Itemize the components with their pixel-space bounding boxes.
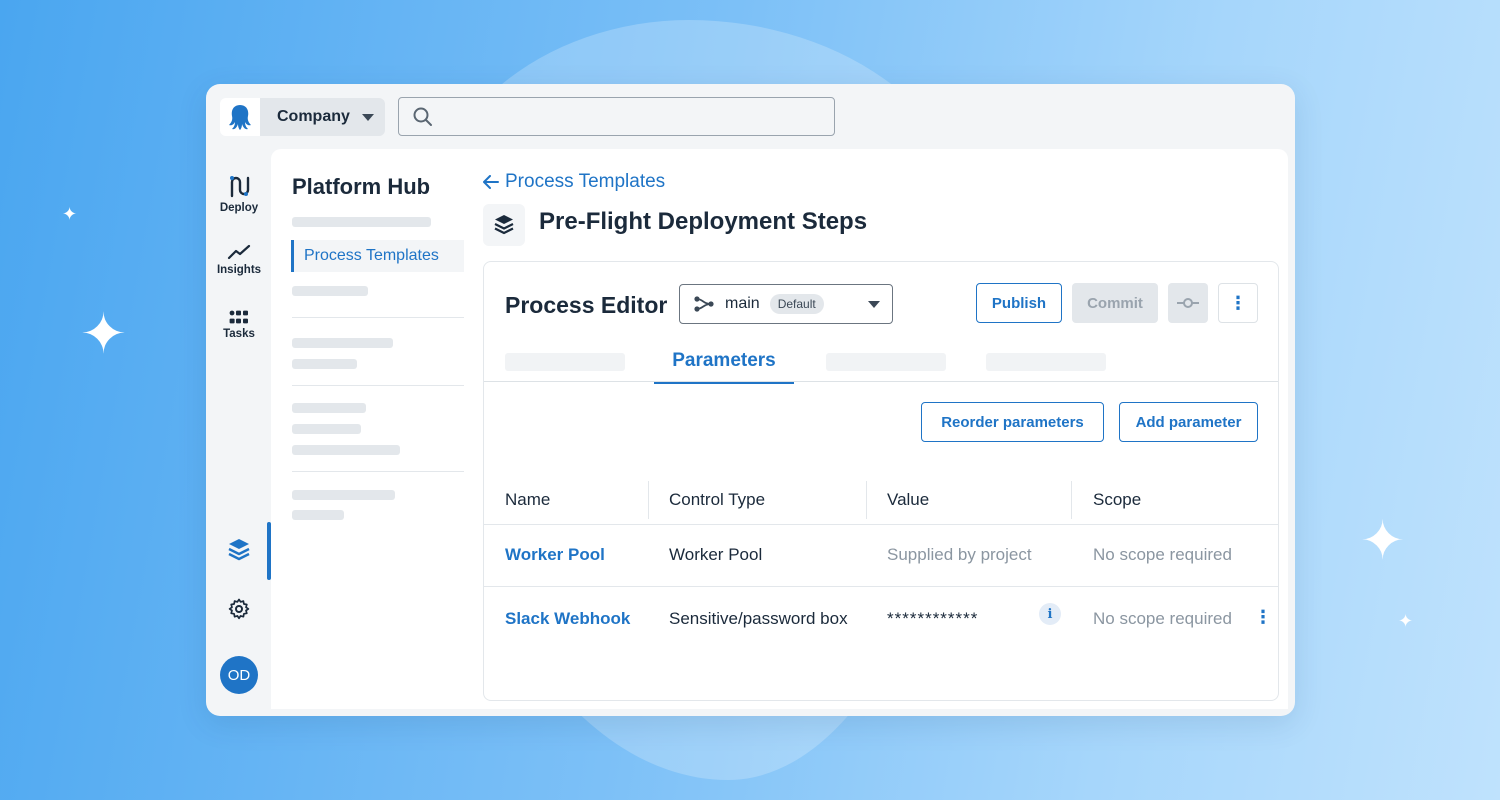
commit-history-button[interactable] [1168, 283, 1208, 323]
column-header-name[interactable]: Name [505, 490, 550, 510]
template-icon [483, 204, 525, 246]
column-separator [1071, 481, 1072, 519]
editor-title: Process Editor [505, 292, 668, 318]
rail-item-deploy[interactable]: Deploy [206, 174, 272, 214]
sidebar-divider [292, 317, 464, 318]
placeholder-nav-item [292, 445, 400, 455]
chevron-down-icon [868, 300, 880, 308]
sidebar-item-process-templates[interactable]: Process Templates [291, 240, 464, 272]
deploy-icon [230, 176, 250, 198]
rail-label: Insights [216, 264, 262, 276]
commit-button[interactable]: Commit [1072, 283, 1158, 323]
table-divider [484, 524, 1278, 525]
rail-label: Deploy [219, 202, 259, 214]
parameter-value-masked: ************ [887, 609, 979, 628]
git-commit-icon [1177, 298, 1199, 308]
parameter-control-type: Worker Pool [669, 545, 763, 564]
reorder-parameters-button[interactable]: Reorder parameters [921, 402, 1104, 442]
branch-selector[interactable]: main Default [679, 284, 893, 324]
insights-icon [227, 244, 251, 260]
parameter-value: Supplied by project [887, 545, 1032, 564]
placeholder-nav-item [292, 424, 361, 434]
sidebar-item-label: Process Templates [304, 247, 439, 264]
placeholder-tab[interactable] [505, 353, 625, 371]
info-icon[interactable]: i [1039, 603, 1061, 625]
placeholder-nav-item [292, 286, 368, 296]
sidebar-title: Platform Hub [292, 174, 431, 199]
placeholder-nav-item [292, 338, 393, 348]
app-window: Company Deploy Insights Tasks OD Platfor… [206, 84, 1295, 716]
layers-icon [228, 539, 250, 561]
sparkle-icon: ✦ [80, 302, 127, 365]
back-link-label: Process Templates [505, 171, 666, 192]
column-separator [866, 481, 867, 519]
column-header-control-type[interactable]: Control Type [669, 490, 765, 510]
rail-item-settings[interactable] [206, 598, 272, 620]
company-switcher[interactable]: Company [260, 98, 385, 136]
placeholder-tab[interactable] [986, 353, 1106, 371]
main-content: Platform Hub Process Templates Process T… [271, 149, 1288, 709]
octopus-logo-icon[interactable] [220, 98, 260, 136]
chevron-down-icon [361, 113, 374, 121]
avatar[interactable]: OD [220, 656, 258, 694]
page-title: Pre-Flight Deployment Steps [539, 208, 868, 235]
search-field[interactable] [398, 97, 835, 136]
search-input[interactable] [443, 108, 823, 125]
placeholder-nav-item [292, 403, 366, 413]
rail-item-insights[interactable]: Insights [206, 244, 272, 276]
process-editor-panel: Process Editor main Default Publish Comm… [483, 261, 1279, 701]
column-separator [648, 481, 649, 519]
tab-parameters[interactable]: Parameters [654, 346, 794, 384]
parameter-name-link[interactable]: Worker Pool [505, 545, 605, 565]
publish-button[interactable]: Publish [976, 283, 1062, 323]
parameter-scope: No scope required [1093, 545, 1232, 564]
search-icon [413, 107, 432, 126]
sparkle-icon: ✦ [1360, 511, 1406, 571]
default-badge: Default [769, 294, 824, 314]
sparkle-icon: ✦ [1398, 611, 1414, 631]
sidebar-divider [292, 471, 464, 472]
gear-icon [228, 598, 250, 620]
sidebar-divider [292, 385, 464, 386]
add-parameter-button[interactable]: Add parameter [1119, 402, 1258, 442]
row-actions-kebab-icon[interactable]: ⋮ [1254, 607, 1272, 628]
table-row-divider [484, 586, 1278, 587]
back-link[interactable]: Process Templates [483, 171, 665, 193]
column-header-scope[interactable]: Scope [1093, 490, 1141, 510]
placeholder-nav-item [292, 490, 395, 500]
sparkle-icon: ✦ [62, 204, 78, 224]
placeholder-tab[interactable] [826, 353, 946, 371]
kebab-icon: ⋮ [1229, 292, 1247, 313]
git-branch-icon [694, 296, 714, 312]
placeholder-nav-item [292, 510, 344, 520]
parameter-scope: No scope required [1093, 609, 1232, 628]
placeholder-nav-item [292, 217, 431, 227]
parameter-name-link[interactable]: Slack Webhook [505, 609, 630, 629]
rail-item-tasks[interactable]: Tasks [206, 310, 272, 340]
tasks-icon [229, 310, 248, 324]
rail-label: Tasks [223, 328, 255, 340]
tabs-divider [484, 381, 1278, 382]
company-name: Company [277, 108, 350, 125]
branch-name: main [725, 295, 760, 312]
more-options-button[interactable]: ⋮ [1218, 283, 1258, 323]
rail-item-platform-hub[interactable] [206, 537, 272, 563]
arrow-left-icon [483, 175, 499, 189]
column-header-value[interactable]: Value [887, 490, 929, 510]
parameter-control-type: Sensitive/password box [669, 609, 848, 628]
placeholder-nav-item [292, 359, 357, 369]
